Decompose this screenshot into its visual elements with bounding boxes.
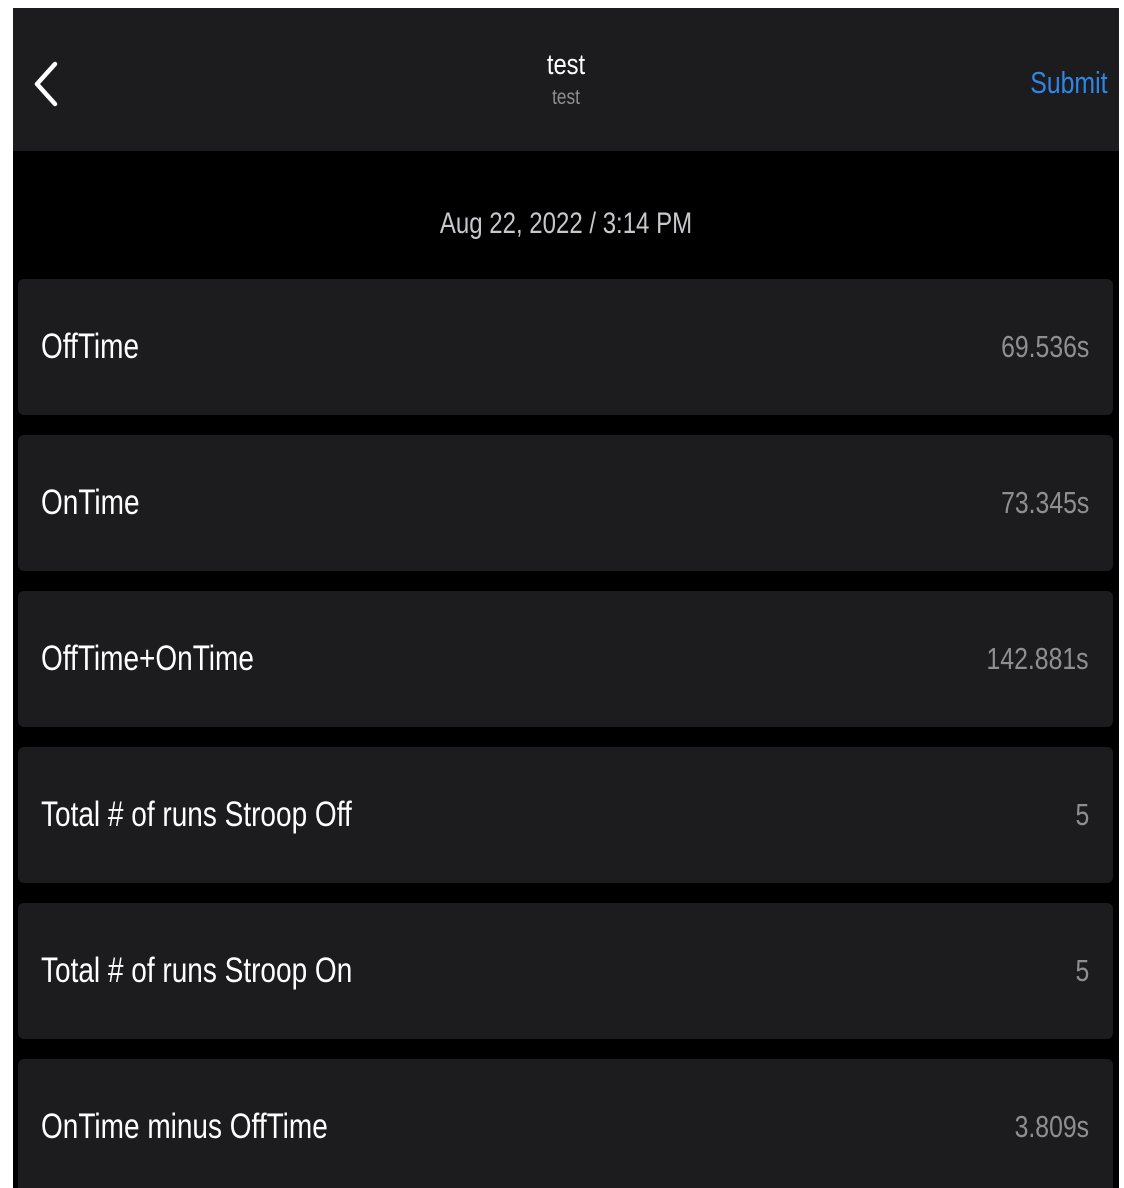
- list-item: OffTime 69.536s: [18, 279, 1113, 415]
- list-item: OnTime minus OffTime 3.809s: [18, 1059, 1113, 1188]
- row-value: 5: [1075, 953, 1089, 988]
- back-button[interactable]: [27, 52, 67, 112]
- submit-button[interactable]: Submit: [1030, 63, 1107, 103]
- row-label: OnTime: [41, 483, 140, 522]
- row-label: OffTime: [41, 327, 140, 366]
- page-title: test: [546, 49, 586, 81]
- row-label: OnTime minus OffTime: [41, 1107, 328, 1146]
- list-item: OffTime+OnTime 142.881s: [18, 591, 1113, 727]
- row-value: 5: [1075, 797, 1089, 832]
- results-list: OffTime 69.536s OnTime 73.345s OffTime+O…: [18, 279, 1113, 1188]
- row-label: OffTime+OnTime: [41, 639, 254, 678]
- date-header: Aug 22, 2022 / 3:14 PM: [439, 207, 693, 240]
- nav-title-group: test test: [263, 48, 869, 111]
- app-screen: test test Submit Aug 22, 2022 / 3:14 PM …: [13, 8, 1119, 1188]
- list-item: OnTime 73.345s: [18, 435, 1113, 571]
- list-item: Total # of runs Stroop Off 5: [18, 747, 1113, 883]
- row-value: 73.345s: [1000, 485, 1089, 520]
- row-label: Total # of runs Stroop Off: [41, 795, 352, 834]
- row-value: 69.536s: [1000, 329, 1089, 364]
- row-value: 3.809s: [1014, 1109, 1089, 1144]
- list-item: Total # of runs Stroop On 5: [18, 903, 1113, 1039]
- row-value: 142.881s: [986, 641, 1089, 676]
- row-label: Total # of runs Stroop On: [41, 951, 353, 990]
- navigation-bar: test test Submit: [13, 8, 1119, 151]
- page-subtitle: test: [552, 86, 580, 109]
- chevron-left-icon: [27, 52, 67, 112]
